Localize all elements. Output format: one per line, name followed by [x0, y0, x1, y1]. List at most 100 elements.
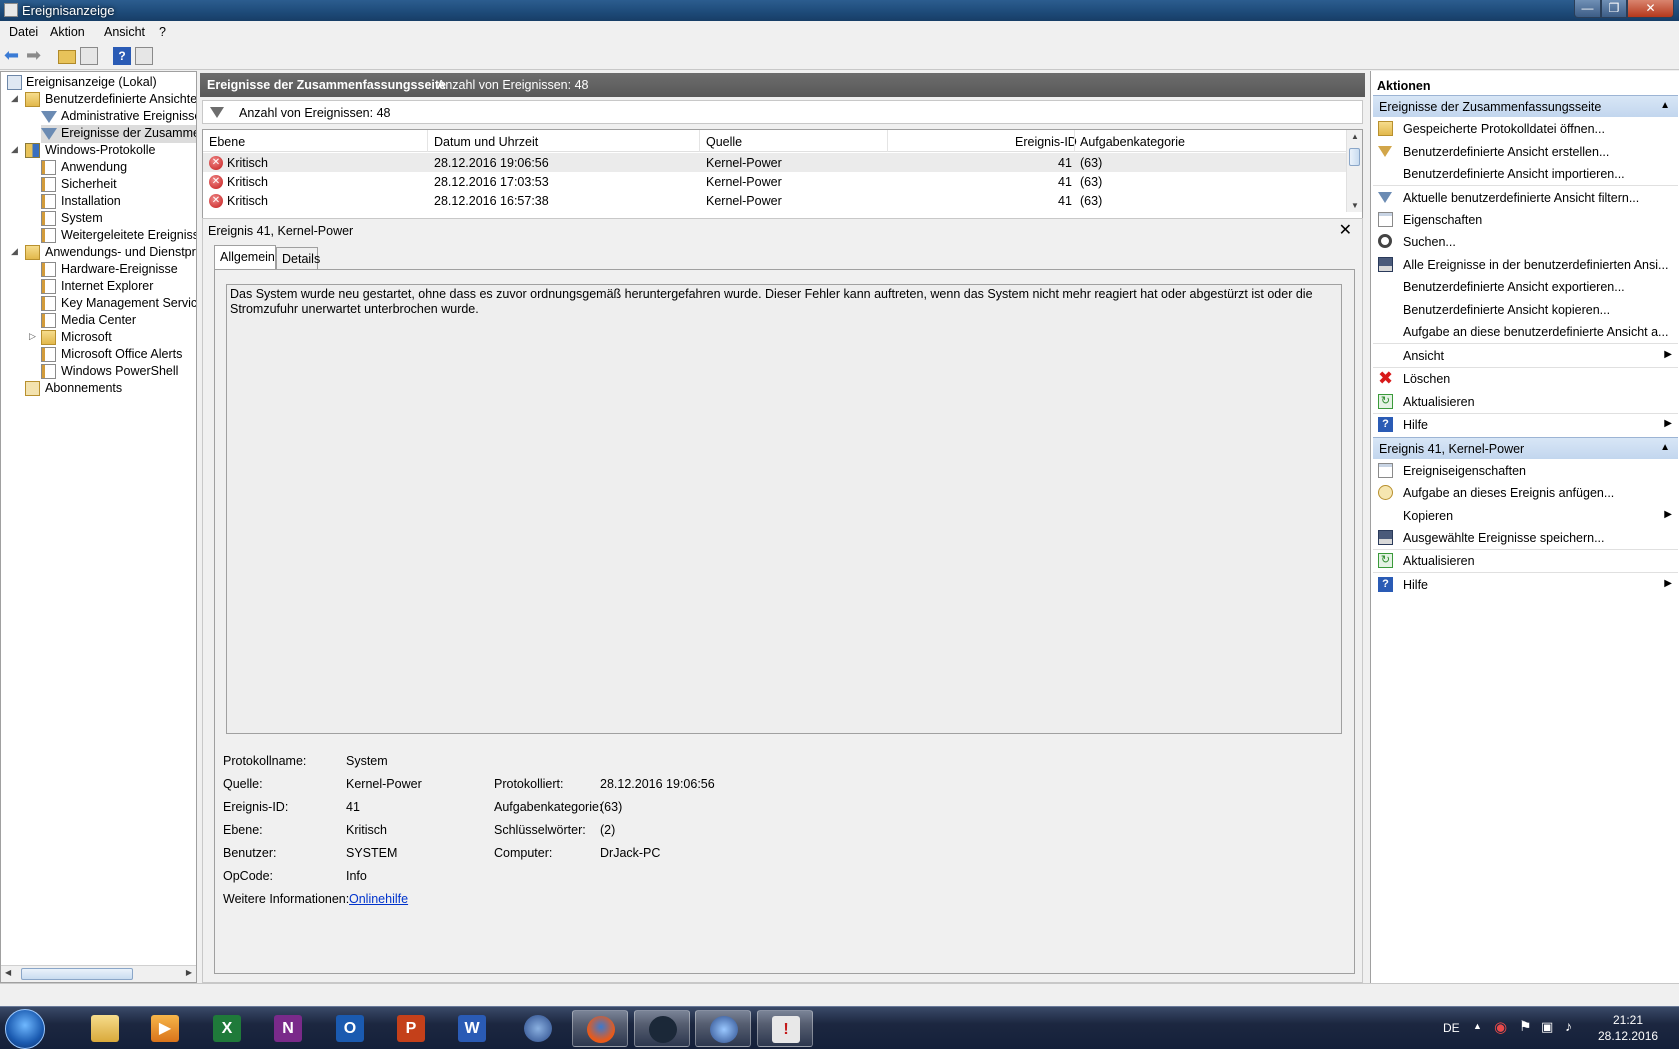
expand-arrow-icon[interactable]: ▷	[29, 331, 39, 342]
close-icon[interactable]: ✕	[1339, 220, 1352, 240]
collapse-icon[interactable]: ▲	[1660, 442, 1670, 453]
maximize-button[interactable]: ❐	[1601, 0, 1627, 18]
taskbar-steam[interactable]	[634, 1010, 690, 1047]
taskbar-app[interactable]	[695, 1010, 751, 1047]
app-icon	[710, 1016, 738, 1043]
log-icon	[41, 364, 56, 379]
menu-help[interactable]: ?	[159, 25, 166, 39]
forward-icon[interactable]: ➡	[26, 46, 44, 65]
column-event-id[interactable]: Ereignis-ID	[1015, 135, 1077, 149]
action-properties[interactable]: Eigenschaften	[1373, 209, 1678, 231]
binoculars-icon	[1378, 234, 1392, 248]
action-help-event[interactable]: ? Hilfe ▶	[1373, 574, 1678, 596]
tab-general[interactable]: Allgemein	[214, 245, 276, 269]
scrollbar-thumb[interactable]	[1349, 148, 1360, 166]
action-create-custom-view[interactable]: Benutzerdefinierte Ansicht erstellen...	[1373, 141, 1678, 163]
table-row[interactable]: ✕ Kritisch 28.12.2016 16:57:38 Kernel-Po…	[203, 191, 1348, 210]
log-icon	[41, 160, 56, 175]
taskbar-powerpoint[interactable]: P	[383, 1010, 439, 1047]
action-event-properties[interactable]: Ereigniseigenschaften	[1373, 460, 1678, 482]
center-header: Ereignisse der Zusammenfassungsseite Anz…	[200, 73, 1365, 97]
action-filter-current-view[interactable]: Aktuelle benutzerdefinierte Ansicht filt…	[1373, 187, 1678, 209]
clock[interactable]: 21:21 28.12.2016	[1598, 1012, 1658, 1044]
action-view[interactable]: Ansicht ▶	[1373, 345, 1678, 367]
column-task-category[interactable]: Aufgabenkategorie	[1080, 135, 1185, 149]
back-icon[interactable]: ⬅	[4, 46, 22, 65]
collapse-arrow-icon[interactable]: ◢	[11, 93, 21, 104]
action-import-custom-view[interactable]: Benutzerdefinierte Ansicht importieren..…	[1373, 163, 1678, 185]
taskbar-firefox[interactable]	[572, 1010, 628, 1047]
section-event-41[interactable]: Ereignis 41, Kernel-Power ▲	[1373, 437, 1678, 459]
filter-text: Anzahl von Ereignissen: 48	[239, 106, 391, 120]
media-player-icon: ▶	[151, 1015, 179, 1042]
clock-time: 21:21	[1612, 1013, 1644, 1027]
table-vertical-scrollbar[interactable]: ▲ ▼	[1346, 130, 1362, 212]
menu-view[interactable]: Ansicht	[104, 25, 145, 39]
online-help-link[interactable]: Onlinehilfe	[349, 892, 408, 906]
language-indicator[interactable]: DE	[1443, 1021, 1460, 1035]
column-date[interactable]: Datum und Uhrzeit	[434, 135, 538, 149]
tree-summary-events[interactable]: Ereignisse der Zusammenfassungsseite	[41, 125, 196, 143]
scroll-left-icon[interactable]: ◀	[5, 968, 11, 977]
label-logged: Protokolliert:	[494, 777, 564, 791]
taskbar-onenote[interactable]: N	[260, 1010, 316, 1047]
action-refresh-event[interactable]: ↻ Aktualisieren	[1373, 550, 1678, 572]
minimize-button[interactable]: —	[1574, 0, 1601, 18]
action-refresh[interactable]: ↻ Aktualisieren	[1373, 391, 1678, 413]
show-action-pane-icon[interactable]	[135, 47, 153, 65]
antivirus-icon[interactable]: ◉	[1494, 1018, 1507, 1036]
help-icon: ?	[1378, 417, 1393, 432]
menu-action[interactable]: Aktion	[50, 25, 85, 39]
action-export-custom-view[interactable]: Benutzerdefinierte Ansicht exportieren..…	[1373, 276, 1678, 298]
filter-icon	[210, 107, 224, 118]
action-save-selected-events[interactable]: Ausgewählte Ereignisse speichern...	[1373, 527, 1678, 549]
taskbar-thunderbird[interactable]	[510, 1010, 566, 1047]
scroll-down-icon[interactable]: ▼	[1351, 201, 1359, 210]
action-save-all-events[interactable]: Alle Ereignisse in der benutzerdefiniert…	[1373, 254, 1678, 276]
action-center-flag-icon[interactable]: ⚑	[1519, 1018, 1532, 1035]
taskbar-excel[interactable]: X	[199, 1010, 255, 1047]
action-attach-task-event[interactable]: Aufgabe an dieses Ereignis anfügen...	[1373, 482, 1678, 504]
action-find[interactable]: Suchen...	[1373, 231, 1678, 253]
action-open-saved-log[interactable]: Gespeicherte Protokolldatei öffnen...	[1373, 118, 1678, 140]
taskbar-media-player[interactable]: ▶	[137, 1010, 193, 1047]
collapse-arrow-icon[interactable]: ◢	[11, 246, 21, 257]
tab-details[interactable]: Details	[276, 247, 320, 269]
table-row[interactable]: ✕ Kritisch 28.12.2016 17:03:53 Kernel-Po…	[203, 172, 1348, 191]
log-icon	[41, 296, 56, 311]
scroll-up-icon[interactable]: ▲	[1351, 132, 1359, 141]
scroll-right-icon[interactable]: ▶	[186, 968, 192, 977]
properties-icon	[1378, 463, 1393, 478]
scrollbar-thumb[interactable]	[21, 968, 133, 980]
column-level[interactable]: Ebene	[209, 135, 245, 149]
close-button[interactable]: ✕	[1627, 0, 1674, 18]
help-icon[interactable]: ?	[113, 47, 131, 65]
value-logged: 28.12.2016 19:06:56	[600, 777, 715, 791]
network-icon[interactable]: ▣	[1541, 1019, 1553, 1035]
taskbar-outlook[interactable]: O	[322, 1010, 378, 1047]
action-copy[interactable]: Kopieren ▶	[1373, 505, 1678, 527]
collapse-icon[interactable]: ▲	[1660, 100, 1670, 111]
taskbar-event-viewer[interactable]: !	[757, 1010, 813, 1047]
column-source[interactable]: Quelle	[706, 135, 742, 149]
console-tree-icon[interactable]	[80, 47, 98, 65]
subscriptions-icon	[25, 381, 40, 396]
tree-horizontal-scrollbar[interactable]: ◀ ▶	[1, 965, 196, 982]
taskbar-word[interactable]: W	[444, 1010, 500, 1047]
action-delete[interactable]: ✖ Löschen	[1373, 368, 1678, 390]
create-filter-icon	[1378, 146, 1392, 157]
table-row[interactable]: ✕ Kritisch 28.12.2016 19:06:56 Kernel-Po…	[203, 153, 1348, 172]
label-keywords: Schlüsselwörter:	[494, 823, 586, 837]
action-copy-custom-view[interactable]: Benutzerdefinierte Ansicht kopieren...	[1373, 299, 1678, 321]
start-button[interactable]	[5, 1009, 45, 1049]
action-help[interactable]: ? Hilfe ▶	[1373, 414, 1678, 436]
volume-icon[interactable]: ♪	[1565, 1018, 1572, 1034]
taskbar-explorer[interactable]	[77, 1010, 133, 1047]
folder-up-icon[interactable]	[58, 50, 76, 64]
section-summary-events[interactable]: Ereignisse der Zusammenfassungsseite ▲	[1373, 95, 1678, 117]
menu-file[interactable]: Datei	[9, 25, 38, 39]
detail-title: Ereignis 41, Kernel-Power	[208, 224, 354, 238]
action-attach-task-view[interactable]: Aufgabe an diese benutzerdefinierte Ansi…	[1373, 321, 1678, 343]
show-hidden-icons[interactable]: ▲	[1473, 1021, 1482, 1031]
collapse-arrow-icon[interactable]: ◢	[11, 144, 21, 155]
